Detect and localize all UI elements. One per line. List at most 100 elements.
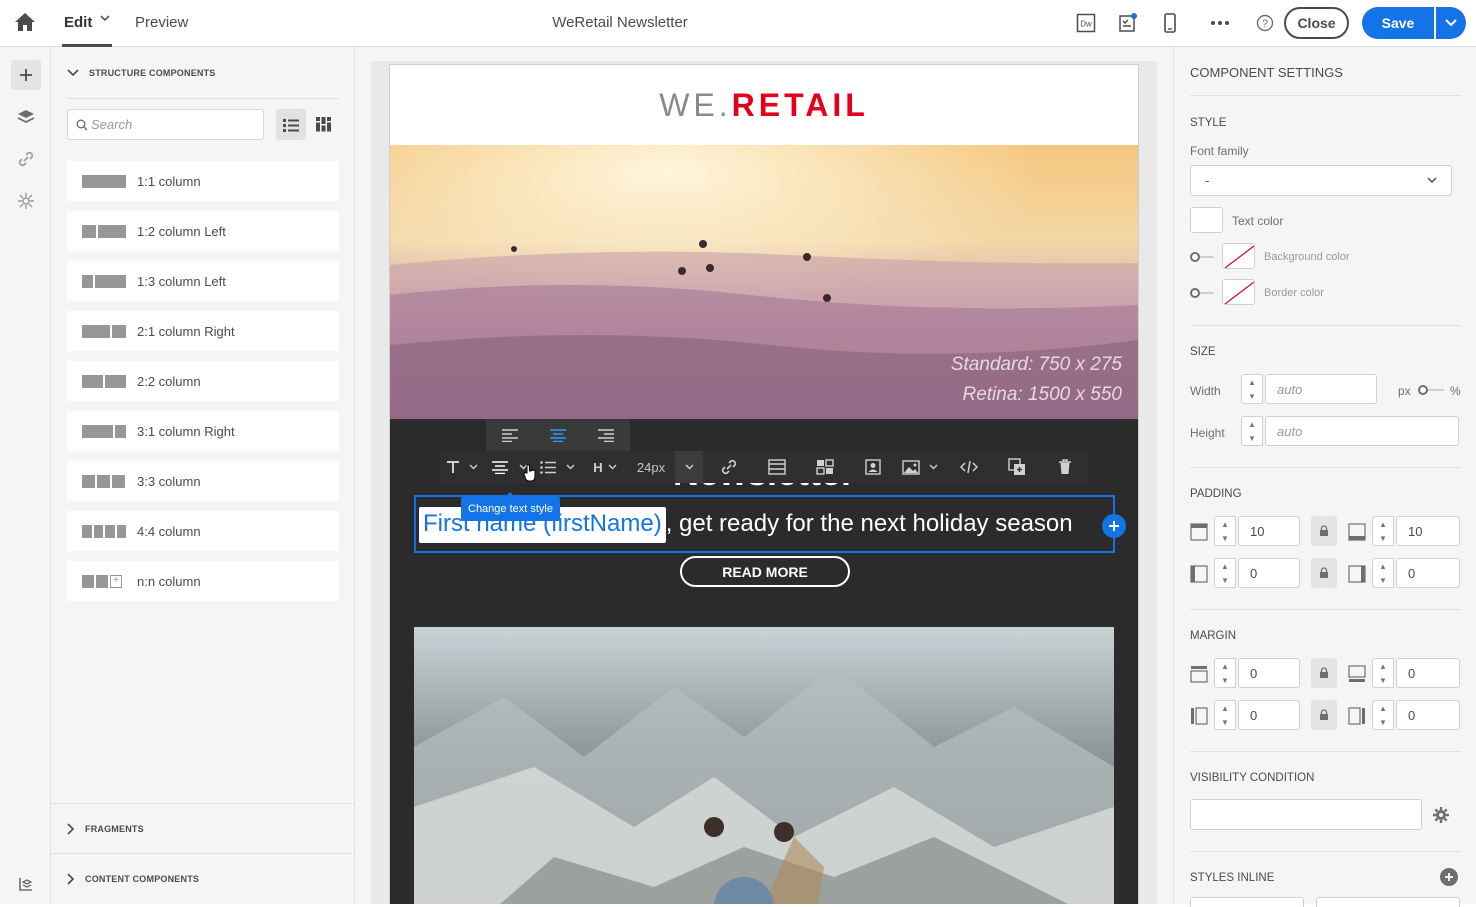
- gear-icon[interactable]: [1432, 806, 1450, 824]
- padding-right-input[interactable]: 0: [1396, 558, 1460, 588]
- content-components-header[interactable]: CONTENT COMPONENTS: [67, 873, 199, 885]
- visibility-condition-input[interactable]: [1190, 799, 1422, 830]
- font-family-select[interactable]: -: [1190, 165, 1452, 196]
- padding-bottom-input[interactable]: 10: [1396, 516, 1460, 546]
- components-panel: STRUCTURE COMPONENTS Search 1:1 column 1…: [51, 47, 355, 904]
- margin-top-stepper[interactable]: ▲ ▼: [1214, 658, 1236, 688]
- heading-icon[interactable]: H: [591, 451, 605, 483]
- bulleted-list-icon[interactable]: [537, 451, 559, 483]
- more-icon[interactable]: [1208, 12, 1232, 34]
- margin-lock-icon[interactable]: [1311, 658, 1337, 688]
- email-body[interactable]: WE. RETAIL Standard: 750 x 275 Retina: 15…: [389, 64, 1139, 904]
- fragments-section[interactable]: FRAGMENTS: [51, 803, 355, 853]
- add-content-icon[interactable]: [1102, 514, 1126, 538]
- tab-edit[interactable]: Edit: [64, 14, 92, 31]
- divider: [1190, 751, 1461, 752]
- background-color-toggle[interactable]: [1190, 252, 1214, 262]
- hiker-image[interactable]: [414, 627, 1114, 904]
- structure-component-1-1[interactable]: 1:1 column: [67, 161, 339, 201]
- structure-component-1-3-left[interactable]: 1:3 column Left: [67, 261, 339, 301]
- chevron-down-icon[interactable]: [100, 13, 110, 26]
- dreamweaver-icon[interactable]: Dw: [1074, 12, 1098, 34]
- structure-component-3-1-right[interactable]: 3:1 column Right: [67, 411, 339, 451]
- checklist-icon[interactable]: [1116, 12, 1140, 34]
- margin-bottom-input[interactable]: 0: [1396, 658, 1460, 688]
- structure-component-2-1-right[interactable]: 2:1 column Right: [67, 311, 339, 351]
- style-section-title: STYLE: [1190, 117, 1227, 129]
- layers-icon[interactable]: [11, 102, 41, 132]
- fragments-header[interactable]: FRAGMENTS: [67, 823, 144, 835]
- margin-right-stepper[interactable]: ▲ ▼: [1372, 700, 1394, 730]
- panel-toggle-icon[interactable]: [11, 869, 41, 899]
- padding-left-stepper[interactable]: ▲ ▼: [1214, 558, 1236, 588]
- structure-component-1-2-left[interactable]: 1:2 column Left: [67, 211, 339, 251]
- logo-block[interactable]: WE. RETAIL: [390, 65, 1138, 145]
- structure-component-2-2[interactable]: 2:2 column: [67, 361, 339, 401]
- read-more-button[interactable]: READ MORE: [680, 556, 850, 587]
- structure-component-3-3[interactable]: 3:3 column: [67, 461, 339, 501]
- personalize-icon[interactable]: [861, 451, 885, 483]
- background-color-swatch[interactable]: [1222, 243, 1255, 269]
- text-align-icon[interactable]: [489, 451, 511, 483]
- structure-component-4-4[interactable]: 4:4 column: [67, 511, 339, 551]
- inline-style-field[interactable]: [1316, 897, 1460, 907]
- align-center-icon[interactable]: [534, 419, 582, 451]
- add-component-icon[interactable]: [11, 60, 41, 90]
- link-icon[interactable]: [11, 144, 41, 174]
- image-icon[interactable]: [899, 451, 923, 483]
- chevron-down-icon[interactable]: [927, 451, 939, 483]
- text-type-icon[interactable]: [443, 451, 463, 483]
- hero-image[interactable]: Standard: 750 x 275 Retina: 1500 x 550: [390, 145, 1138, 419]
- margin-lock-icon[interactable]: [1311, 700, 1337, 730]
- padding-top-stepper[interactable]: ▲ ▼: [1214, 516, 1236, 546]
- chevron-down-icon[interactable]: [564, 451, 576, 483]
- home-icon[interactable]: [14, 12, 38, 34]
- padding-right-stepper[interactable]: ▲ ▼: [1372, 558, 1394, 588]
- inline-style-field[interactable]: [1190, 897, 1304, 907]
- mobile-preview-icon[interactable]: [1158, 12, 1182, 34]
- margin-top-input[interactable]: 0: [1238, 658, 1300, 688]
- padding-bottom-stepper[interactable]: ▲ ▼: [1372, 516, 1394, 546]
- padding-lock-icon[interactable]: [1311, 516, 1337, 546]
- help-icon[interactable]: ?: [1253, 12, 1277, 34]
- margin-left-input[interactable]: 0: [1238, 700, 1300, 730]
- tab-preview[interactable]: Preview: [135, 14, 188, 31]
- assets-icon[interactable]: [11, 186, 41, 216]
- add-style-icon[interactable]: [1440, 868, 1458, 886]
- padding-lock-icon[interactable]: [1311, 558, 1337, 588]
- unit-switch[interactable]: [1418, 385, 1444, 395]
- select-container-icon[interactable]: [765, 451, 789, 483]
- width-stepper[interactable]: ▲ ▼: [1241, 374, 1263, 404]
- close-button[interactable]: Close: [1284, 7, 1349, 39]
- margin-right-input[interactable]: 0: [1396, 700, 1460, 730]
- chevron-down-icon[interactable]: [606, 451, 618, 483]
- font-size-value[interactable]: 24px: [633, 451, 669, 483]
- align-left-icon[interactable]: [486, 419, 534, 451]
- height-stepper[interactable]: ▲ ▼: [1241, 416, 1263, 446]
- padding-left-input[interactable]: 0: [1238, 558, 1300, 588]
- border-color-toggle[interactable]: [1190, 288, 1214, 298]
- width-input[interactable]: auto: [1265, 374, 1377, 404]
- delete-icon[interactable]: [1053, 451, 1077, 483]
- content-components-section[interactable]: CONTENT COMPONENTS: [51, 853, 355, 903]
- save-options-button[interactable]: [1436, 7, 1466, 39]
- structure-component-n-n[interactable]: + n:n column: [67, 561, 339, 601]
- padding-top-input[interactable]: 10: [1238, 516, 1300, 546]
- list-view-icon[interactable]: [276, 109, 306, 140]
- save-button[interactable]: Save: [1362, 7, 1434, 39]
- chevron-down-icon[interactable]: [467, 451, 479, 483]
- height-input[interactable]: auto: [1265, 416, 1459, 446]
- border-color-swatch[interactable]: [1222, 279, 1255, 305]
- duplicate-icon[interactable]: [1005, 451, 1029, 483]
- font-size-dropdown[interactable]: [675, 451, 703, 483]
- link-icon[interactable]: [717, 451, 741, 483]
- margin-bottom-stepper[interactable]: ▲ ▼: [1372, 658, 1394, 688]
- code-icon[interactable]: [957, 451, 981, 483]
- align-right-icon[interactable]: [582, 419, 630, 451]
- grid-view-icon[interactable]: [308, 109, 338, 140]
- structure-icon[interactable]: [813, 451, 837, 483]
- text-color-swatch[interactable]: [1190, 207, 1223, 233]
- structure-components-header[interactable]: STRUCTURE COMPONENTS: [67, 68, 216, 78]
- search-input[interactable]: Search: [67, 109, 264, 140]
- margin-left-stepper[interactable]: ▲ ▼: [1214, 700, 1236, 730]
